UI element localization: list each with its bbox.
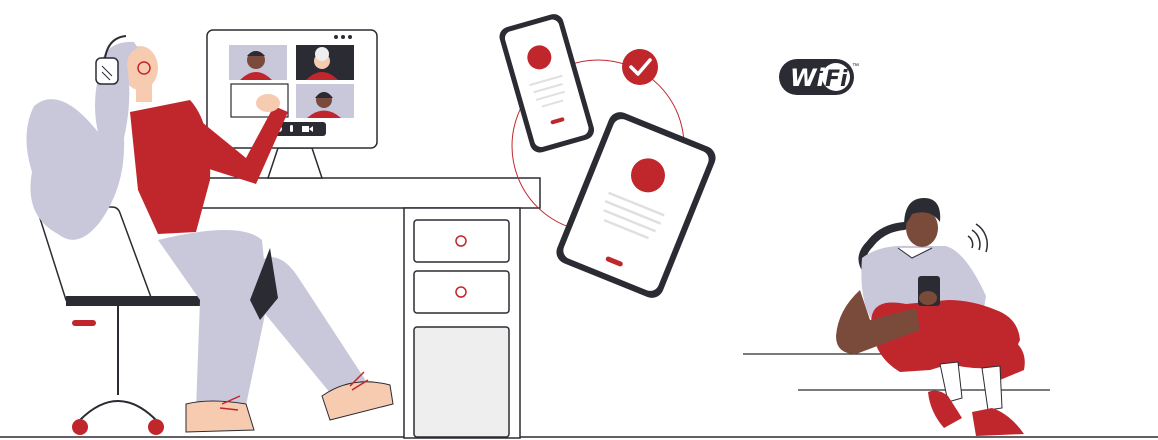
desk-drawer-middle bbox=[413, 270, 510, 314]
wifi-logo-text-fi: Fi bbox=[825, 67, 848, 92]
wifi-logo-text-wi: Wi bbox=[790, 64, 825, 92]
participant-elder bbox=[296, 45, 354, 80]
wifi-logo-trademark: ™ bbox=[852, 63, 859, 70]
participant-man bbox=[229, 45, 287, 80]
left-shoe bbox=[185, 400, 255, 433]
illustration-scene: Wi Fi ™ bbox=[0, 14, 1158, 439]
sitting-right-shoe bbox=[972, 408, 1024, 436]
floating-phone bbox=[499, 14, 595, 153]
participant-woman bbox=[296, 84, 354, 118]
wifi-logo: Wi Fi ™ bbox=[779, 59, 859, 95]
desk-drawer-bottom bbox=[413, 326, 510, 438]
sitting-woman bbox=[836, 198, 1025, 436]
desk-drawer-top bbox=[413, 219, 510, 263]
microphone-icon[interactable] bbox=[290, 125, 293, 132]
signal-waves-icon bbox=[967, 223, 989, 253]
check-icon bbox=[622, 49, 658, 85]
